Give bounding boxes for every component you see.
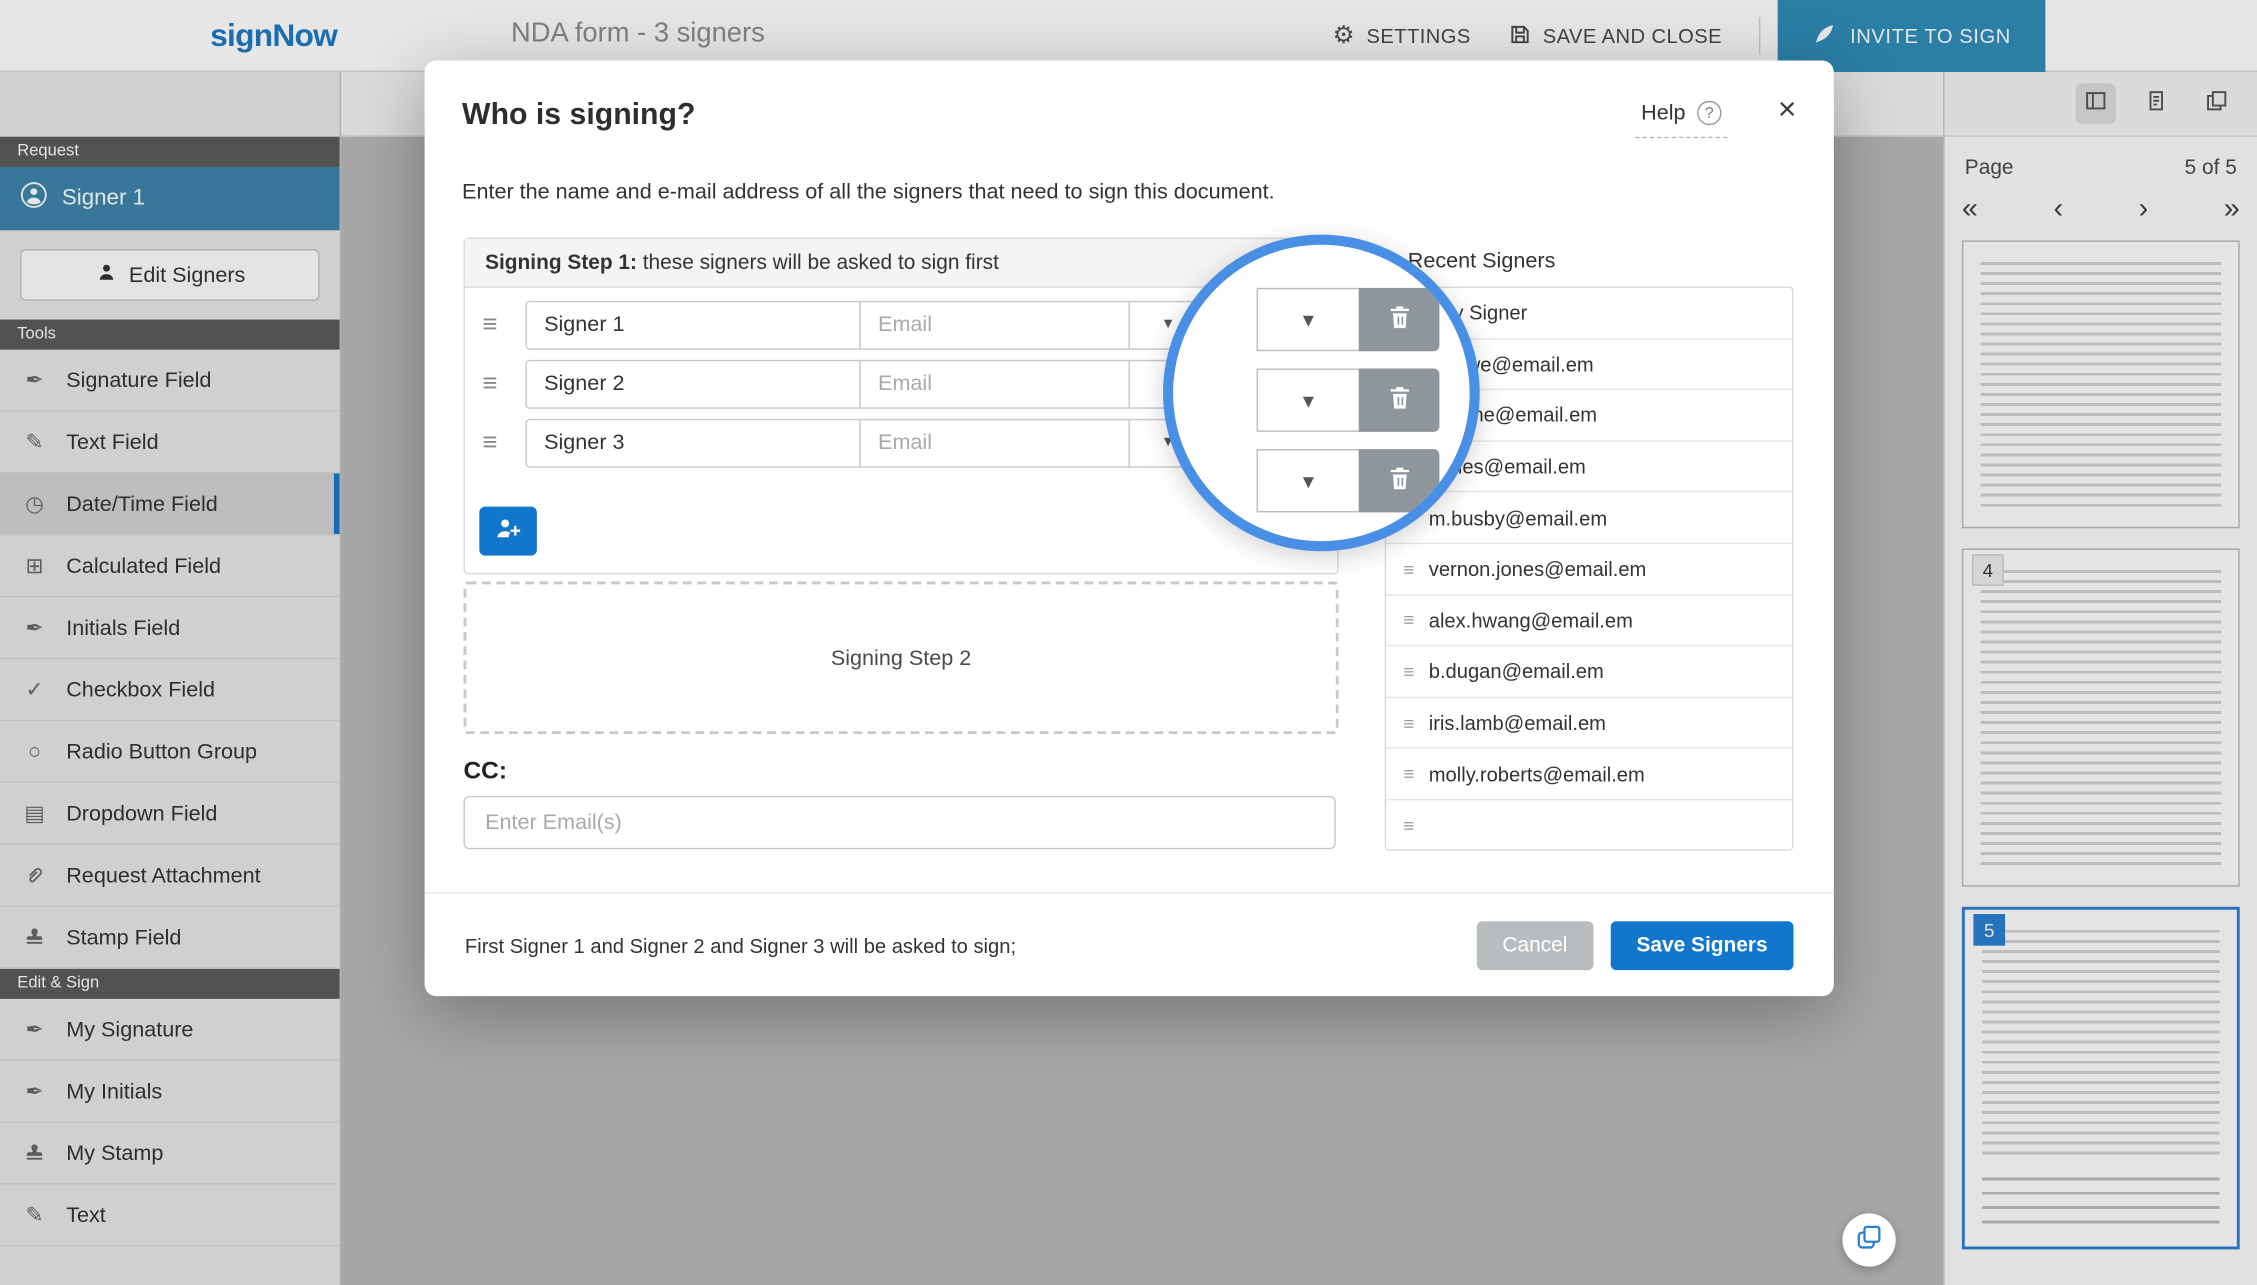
cc-label: CC: bbox=[463, 757, 506, 786]
signing-step-2-dropzone[interactable]: Signing Step 2 bbox=[463, 582, 1338, 735]
chevron-down-icon: ▼ bbox=[1161, 317, 1175, 333]
chat-pages-icon bbox=[1855, 1223, 1882, 1258]
signer-role-dropdown[interactable]: ▼ bbox=[1257, 288, 1361, 351]
save-signers-button[interactable]: Save Signers bbox=[1611, 921, 1794, 970]
close-icon[interactable]: × bbox=[1778, 95, 1797, 124]
drag-handle-icon: ≡ bbox=[1403, 712, 1414, 734]
recent-signer-label: b.dugan@email.em bbox=[1429, 660, 1604, 683]
signer-name-input[interactable] bbox=[525, 300, 860, 349]
drag-handle-icon[interactable]: ≡ bbox=[482, 428, 525, 458]
recent-signer-item[interactable]: ≡ vernon.jones@email.em bbox=[1386, 544, 1792, 595]
recent-signer-item-empty[interactable]: ≡ bbox=[1386, 800, 1792, 850]
question-mark-icon: ? bbox=[1697, 101, 1721, 125]
recent-signers-title: Recent Signers bbox=[1408, 249, 1556, 273]
app-window: signNow NDA form - 3 signers ⚙ SETTINGS … bbox=[0, 0, 2257, 1285]
help-button[interactable]: Help ? bbox=[1635, 101, 1727, 138]
magnifier-callout: ▼ ▼ ▼ bbox=[1163, 235, 1480, 552]
drag-handle-icon: ≡ bbox=[1403, 814, 1414, 836]
recent-signer-label: iris.lamb@email.em bbox=[1429, 711, 1606, 734]
signing-order-note: First Signer 1 and Signer 2 and Signer 3… bbox=[465, 933, 1477, 956]
drag-handle-icon: ≡ bbox=[1403, 609, 1414, 631]
who-is-signing-modal: Who is signing? Help ? × Enter the name … bbox=[425, 60, 1834, 996]
delete-signer-button[interactable] bbox=[1359, 449, 1440, 512]
trash-icon bbox=[1385, 463, 1412, 499]
recent-signer-item[interactable]: ≡ b.dugan@email.em bbox=[1386, 647, 1792, 698]
chevron-down-icon: ▼ bbox=[1299, 309, 1318, 331]
recent-signer-label: molly.roberts@email.em bbox=[1429, 762, 1645, 785]
signing-step-1-header: Signing Step 1: these signers will be as… bbox=[465, 239, 1337, 288]
signer-name-input[interactable] bbox=[525, 359, 860, 408]
recent-signer-item[interactable]: ≡ molly.roberts@email.em bbox=[1386, 749, 1792, 800]
signer-role-dropdown[interactable]: ▼ bbox=[1257, 368, 1361, 431]
chat-widget-button[interactable] bbox=[1842, 1213, 1895, 1266]
trash-icon bbox=[1385, 382, 1412, 418]
signing-step-2-label: Signing Step 2 bbox=[831, 646, 971, 670]
magnified-row-1: ▼ bbox=[1257, 288, 1440, 351]
drag-handle-icon: ≡ bbox=[1403, 661, 1414, 683]
recent-signer-label: m.busby@email.em bbox=[1429, 506, 1607, 529]
recent-signer-item[interactable]: ≡ alex.hwang@email.em bbox=[1386, 595, 1792, 646]
recent-signer-label: vernon.jones@email.em bbox=[1429, 557, 1647, 580]
signer-email-input[interactable] bbox=[859, 418, 1130, 467]
magnified-row-2: ▼ bbox=[1257, 368, 1440, 431]
signing-step-1-subtitle: these signers will be asked to sign firs… bbox=[643, 251, 999, 274]
drag-handle-icon: ≡ bbox=[1403, 763, 1414, 785]
modal-subtitle: Enter the name and e-mail address of all… bbox=[462, 180, 1275, 204]
delete-signer-button[interactable] bbox=[1359, 288, 1440, 351]
cancel-button[interactable]: Cancel bbox=[1477, 921, 1594, 970]
recent-signer-label: alex.hwang@email.em bbox=[1429, 609, 1633, 632]
add-signer-button[interactable] bbox=[479, 507, 537, 556]
signer-email-input[interactable] bbox=[859, 300, 1130, 349]
recent-signer-item[interactable]: ≡m.busby@email.em bbox=[1386, 493, 1792, 544]
modal-footer: First Signer 1 and Signer 2 and Signer 3… bbox=[425, 892, 1834, 996]
cc-email-input[interactable] bbox=[463, 796, 1335, 849]
drag-handle-icon[interactable]: ≡ bbox=[482, 309, 525, 339]
person-add-icon bbox=[494, 513, 523, 549]
chevron-down-icon: ▼ bbox=[1299, 389, 1318, 411]
delete-signer-button[interactable] bbox=[1359, 368, 1440, 431]
magnified-row-3: ▼ bbox=[1257, 449, 1440, 512]
signer-role-dropdown[interactable]: ▼ bbox=[1257, 449, 1361, 512]
signer-email-input[interactable] bbox=[859, 359, 1130, 408]
recent-signer-item[interactable]: ≡ iris.lamb@email.em bbox=[1386, 698, 1792, 749]
modal-title: Who is signing? bbox=[462, 98, 695, 133]
drag-handle-icon[interactable]: ≡ bbox=[482, 368, 525, 398]
trash-icon bbox=[1385, 302, 1412, 338]
signing-step-1-title: Signing Step 1: bbox=[485, 251, 637, 274]
chevron-down-icon: ▼ bbox=[1299, 470, 1318, 492]
drag-handle-icon: ≡ bbox=[1403, 558, 1414, 580]
help-label: Help bbox=[1641, 101, 1685, 125]
signer-name-input[interactable] bbox=[525, 418, 860, 467]
